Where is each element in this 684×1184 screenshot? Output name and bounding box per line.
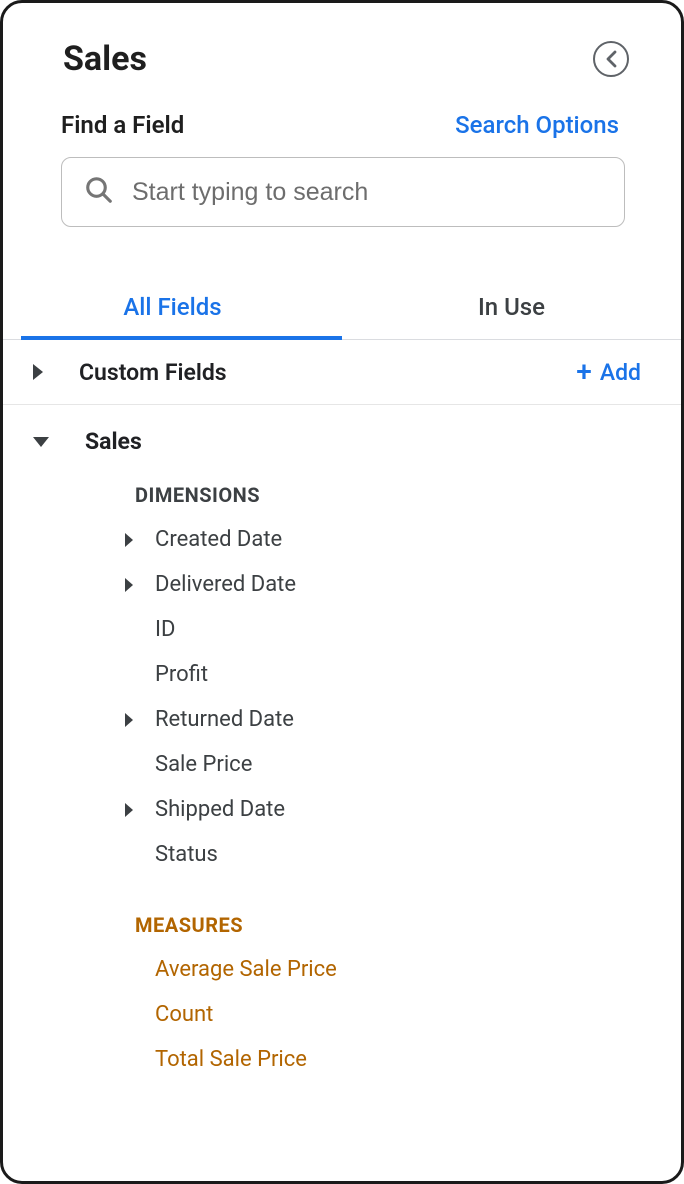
- field-picker-panel: Sales Find a Field Search Options All Fi…: [0, 0, 684, 1184]
- tab-all-fields[interactable]: All Fields: [3, 277, 342, 339]
- chevron-right-icon: [125, 533, 133, 547]
- chevron-left-icon: [604, 50, 618, 68]
- panel-title: Sales: [63, 39, 147, 79]
- search-icon: [84, 175, 114, 209]
- group-sales: Sales DIMENSIONS Created Date Delivered …: [3, 405, 681, 1082]
- field-label: Created Date: [153, 527, 282, 552]
- dimension-delivered-date[interactable]: Delivered Date: [33, 562, 681, 607]
- dimension-profit[interactable]: Profit: [33, 652, 681, 697]
- dimensions-heading: DIMENSIONS: [33, 469, 681, 517]
- search-wrap: [3, 139, 681, 227]
- field-label: Profit: [125, 662, 208, 687]
- search-box[interactable]: [61, 157, 625, 227]
- chevron-right-icon: [125, 713, 133, 727]
- measure-average-sale-price[interactable]: Average Sale Price: [33, 947, 681, 992]
- custom-fields-title: Custom Fields: [79, 359, 227, 386]
- plus-icon: +: [576, 358, 592, 386]
- dimension-id[interactable]: ID: [33, 607, 681, 652]
- chevron-down-icon[interactable]: [33, 437, 49, 447]
- panel-header: Sales: [3, 3, 681, 89]
- field-label: ID: [125, 617, 175, 642]
- add-custom-field-button[interactable]: + Add: [576, 358, 641, 386]
- search-options-link[interactable]: Search Options: [455, 111, 619, 139]
- search-header-row: Find a Field Search Options: [3, 89, 681, 139]
- dimension-status[interactable]: Status: [33, 832, 681, 877]
- field-label: Shipped Date: [153, 797, 285, 822]
- field-label: Returned Date: [153, 707, 294, 732]
- collapse-panel-button[interactable]: [593, 41, 629, 77]
- chevron-right-icon: [125, 578, 133, 592]
- field-label: Average Sale Price: [153, 957, 337, 982]
- find-field-label: Find a Field: [61, 111, 184, 139]
- chevron-right-icon[interactable]: [33, 364, 43, 380]
- field-tabs: All Fields In Use: [3, 277, 681, 340]
- dimension-sale-price[interactable]: Sale Price: [33, 742, 681, 787]
- field-label: Sale Price: [125, 752, 252, 777]
- chevron-right-icon: [125, 803, 133, 817]
- dimension-returned-date[interactable]: Returned Date: [33, 697, 681, 742]
- search-input[interactable]: [132, 178, 602, 207]
- field-label: Status: [125, 842, 218, 867]
- tab-in-use[interactable]: In Use: [342, 277, 681, 339]
- group-sales-title: Sales: [85, 428, 142, 455]
- measures-heading: MEASURES: [33, 899, 681, 947]
- measure-count[interactable]: Count: [33, 992, 681, 1037]
- group-sales-header[interactable]: Sales: [33, 423, 681, 469]
- field-label: Total Sale Price: [153, 1047, 307, 1072]
- custom-fields-section[interactable]: Custom Fields + Add: [3, 340, 681, 405]
- field-label: Delivered Date: [153, 572, 296, 597]
- dimension-created-date[interactable]: Created Date: [33, 517, 681, 562]
- dimension-shipped-date[interactable]: Shipped Date: [33, 787, 681, 832]
- add-label: Add: [600, 359, 641, 386]
- field-label: Count: [153, 1002, 213, 1027]
- measure-total-sale-price[interactable]: Total Sale Price: [33, 1037, 681, 1082]
